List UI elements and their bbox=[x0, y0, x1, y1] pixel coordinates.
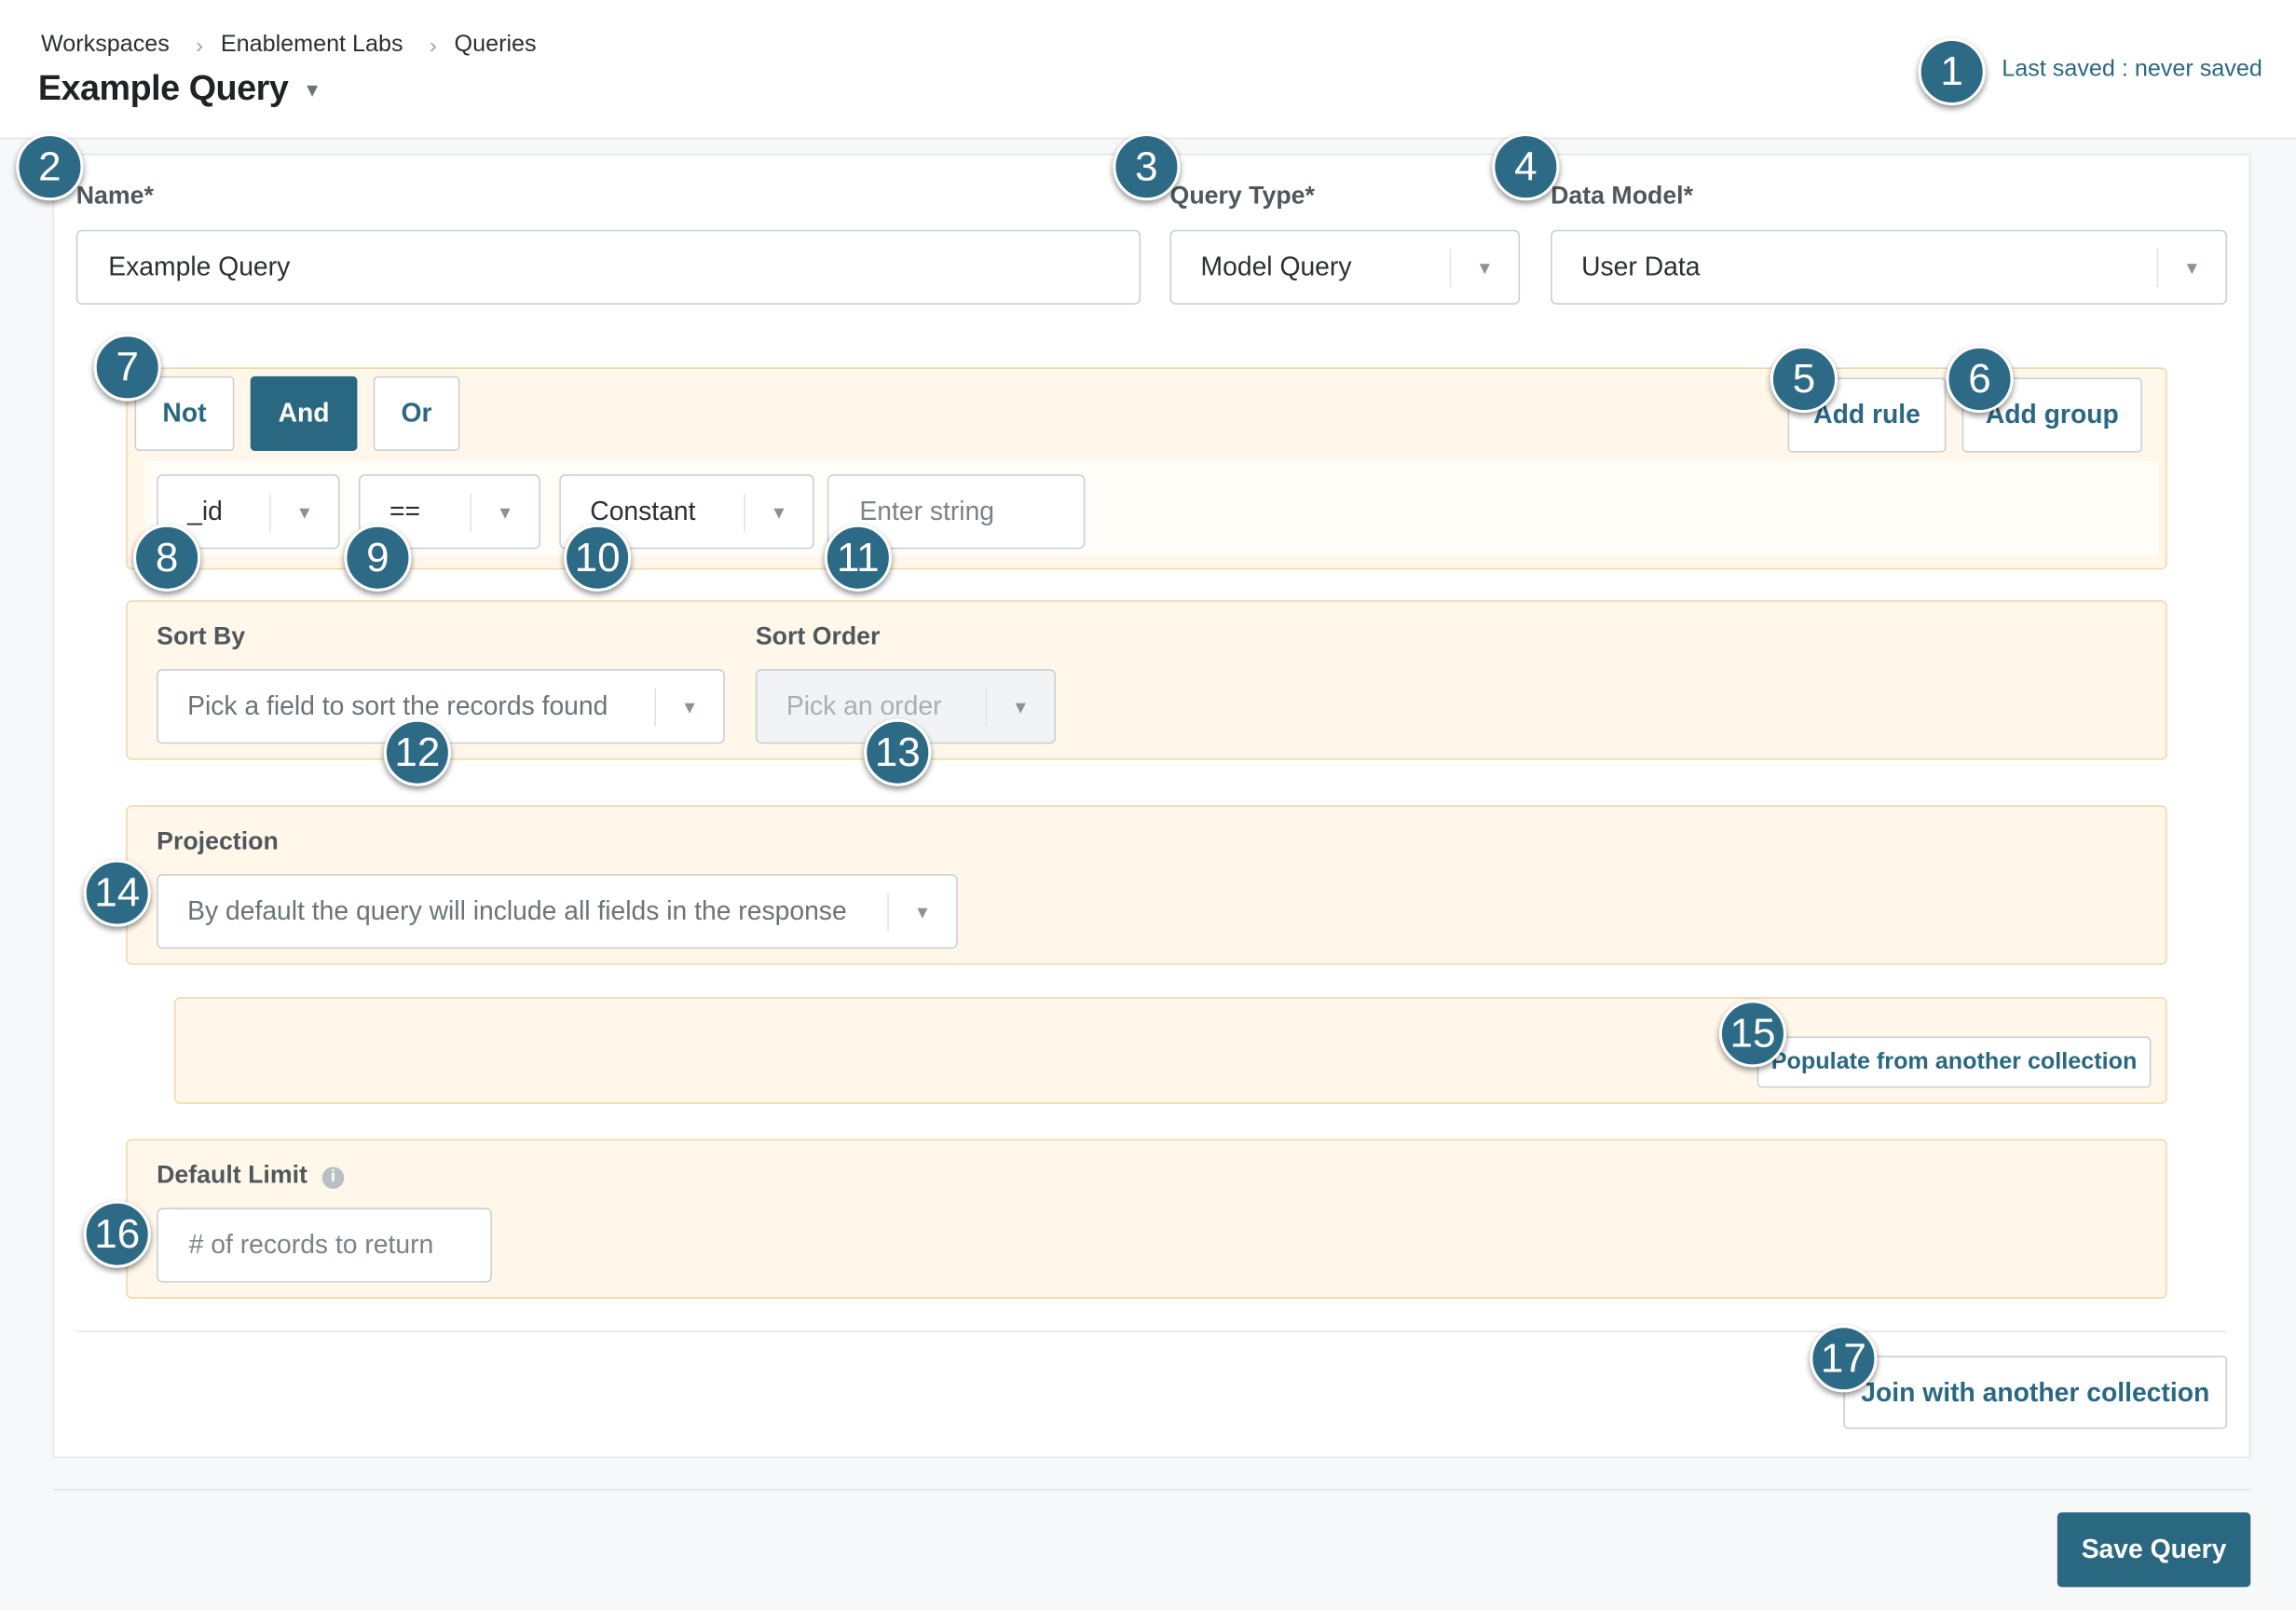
annotation-badge-8: 8 bbox=[132, 524, 201, 592]
annotation-badge-4: 4 bbox=[1492, 132, 1560, 201]
query-type-value: Model Query bbox=[1200, 252, 1352, 281]
sort-order-placeholder: Pick an order bbox=[786, 690, 942, 721]
data-model-value: User Data bbox=[1581, 252, 1701, 281]
projection-select[interactable]: By default the query will include all fi… bbox=[157, 874, 958, 949]
annotation-badge-11: 11 bbox=[824, 524, 892, 592]
rule-value-source-value: Constant bbox=[590, 496, 696, 526]
name-label: Name* bbox=[75, 181, 154, 210]
breadcrumb: Workspaces › Enablement Labs › Queries bbox=[41, 33, 537, 59]
populate-from-collection-button[interactable]: Populate from another collection bbox=[1756, 1036, 2152, 1088]
default-limit-input[interactable]: # of records to return bbox=[157, 1208, 492, 1283]
caret-down-icon: ▼ bbox=[2183, 256, 2201, 278]
caret-down-icon: ▼ bbox=[770, 501, 788, 523]
page-title[interactable]: Example Query ▼ bbox=[38, 69, 321, 110]
page-title-text: Example Query bbox=[37, 68, 289, 109]
annotation-badge-17: 17 bbox=[1810, 1325, 1878, 1393]
annotation-badge-13: 13 bbox=[864, 718, 932, 786]
annotation-badge-7: 7 bbox=[93, 334, 161, 402]
sort-by-label: Sort By bbox=[157, 621, 246, 650]
caret-down-icon: ▼ bbox=[1011, 696, 1030, 717]
annotation-badge-2: 2 bbox=[16, 132, 84, 201]
caret-down-icon: ▼ bbox=[680, 696, 699, 717]
info-icon[interactable]: i bbox=[321, 1166, 345, 1189]
default-limit-label: Default Limit bbox=[157, 1161, 308, 1189]
projection-placeholder: By default the query will include all fi… bbox=[187, 895, 847, 926]
rule-operator-value: == bbox=[389, 496, 421, 526]
footer-divider bbox=[52, 1489, 2251, 1491]
annotation-badge-15: 15 bbox=[1718, 1000, 1787, 1068]
caret-down-icon: ▼ bbox=[295, 501, 314, 523]
breadcrumb-workspaces[interactable]: Workspaces bbox=[41, 33, 170, 59]
section-divider bbox=[75, 1330, 2228, 1332]
caret-down-icon: ▼ bbox=[496, 501, 514, 523]
rule-field-value: _id bbox=[187, 496, 223, 526]
query-editor-screen: Workspaces › Enablement Labs › Queries E… bbox=[0, 0, 2296, 1610]
annotation-badge-10: 10 bbox=[563, 524, 632, 592]
chevron-right-icon: › bbox=[196, 33, 204, 59]
query-type-label: Query Type* bbox=[1169, 181, 1315, 210]
breadcrumb-enablement-labs[interactable]: Enablement Labs bbox=[221, 33, 403, 59]
combinator-and-button[interactable]: And bbox=[250, 375, 358, 451]
last-saved-status: Last saved : never saved bbox=[2002, 57, 2262, 82]
annotation-badge-14: 14 bbox=[83, 859, 151, 927]
caret-down-icon: ▼ bbox=[913, 901, 932, 922]
join-collection-button[interactable]: Join with another collection bbox=[1843, 1356, 2228, 1429]
annotation-badge-9: 9 bbox=[344, 524, 412, 592]
data-model-select[interactable]: User Data ▼ bbox=[1551, 229, 2228, 305]
annotation-badge-5: 5 bbox=[1770, 345, 1838, 414]
breadcrumb-queries[interactable]: Queries bbox=[455, 33, 537, 59]
annotation-badge-3: 3 bbox=[1113, 132, 1181, 201]
combinator-or-button[interactable]: Or bbox=[373, 375, 460, 451]
query-type-select[interactable]: Model Query ▼ bbox=[1169, 229, 1521, 305]
chevron-right-icon: › bbox=[429, 33, 437, 59]
caret-down-icon: ▼ bbox=[1476, 256, 1494, 278]
projection-label: Projection bbox=[157, 826, 279, 855]
annotation-badge-6: 6 bbox=[1946, 345, 2014, 414]
name-input[interactable]: Example Query bbox=[75, 229, 1141, 305]
annotation-badge-12: 12 bbox=[383, 718, 451, 786]
caret-down-icon: ▼ bbox=[303, 78, 321, 101]
save-query-button[interactable]: Save Query bbox=[2057, 1512, 2251, 1588]
annotation-badge-1: 1 bbox=[1918, 37, 1986, 106]
data-model-label: Data Model* bbox=[1551, 181, 1694, 210]
annotation-badge-16: 16 bbox=[83, 1200, 151, 1268]
default-limit-label-row: Default Limit i bbox=[157, 1161, 345, 1190]
sort-order-label: Sort Order bbox=[755, 621, 881, 650]
sort-by-placeholder: Pick a field to sort the records found bbox=[187, 690, 608, 721]
